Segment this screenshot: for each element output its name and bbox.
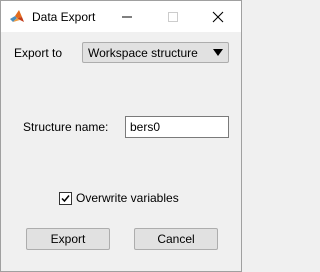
triangle-down-icon [213, 49, 223, 56]
minimize-icon [122, 16, 132, 17]
structure-name-label: Structure name: [23, 120, 109, 134]
close-icon [212, 11, 224, 22]
cancel-button[interactable]: Cancel [134, 228, 218, 250]
export-to-dropdown[interactable]: Workspace structure [82, 42, 229, 63]
overwrite-variables-label: Overwrite variables [76, 191, 179, 205]
close-button[interactable] [195, 1, 241, 32]
checkmark-icon [61, 194, 70, 202]
structure-name-input[interactable] [125, 116, 229, 138]
overwrite-variables-option[interactable]: Overwrite variables [59, 191, 179, 205]
export-to-selected-value: Workspace structure [88, 46, 198, 60]
export-to-label: Export to [14, 46, 63, 60]
data-export-dialog: Data Export Export to Workspace structur… [0, 0, 242, 272]
minimize-button[interactable] [104, 1, 150, 32]
export-button[interactable]: Export [26, 228, 110, 250]
overwrite-variables-checkbox[interactable] [59, 191, 72, 205]
title-bar[interactable]: Data Export [1, 1, 241, 32]
matlab-logo-icon [9, 9, 25, 25]
maximize-button[interactable] [150, 1, 196, 32]
maximize-icon [168, 11, 178, 22]
window-title: Data Export [32, 10, 96, 24]
